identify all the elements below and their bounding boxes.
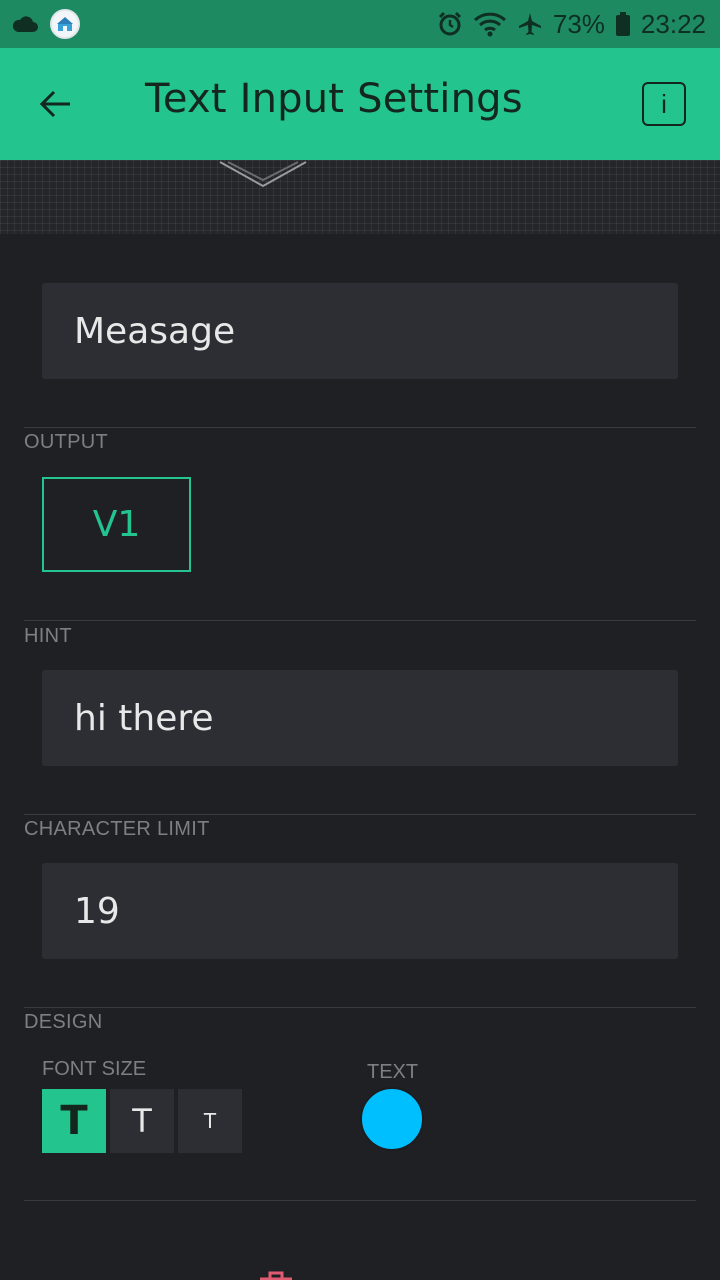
clock: 23:22 bbox=[640, 8, 706, 39]
output-pin-value: V1 bbox=[92, 504, 141, 545]
output-label: OUTPUT bbox=[24, 431, 109, 453]
info-icon: i bbox=[661, 88, 667, 119]
back-button[interactable] bbox=[36, 86, 76, 122]
divider bbox=[24, 427, 696, 428]
divider bbox=[24, 814, 696, 815]
widget-preview-area bbox=[0, 160, 720, 234]
design-label: DESIGN bbox=[24, 1011, 103, 1033]
back-arrow-icon bbox=[39, 90, 70, 118]
character-limit-field[interactable]: 19 bbox=[42, 863, 678, 959]
widget-preview-icon bbox=[219, 161, 307, 188]
info-button[interactable]: i bbox=[642, 82, 686, 126]
font-size-small-glyph: T bbox=[203, 1109, 217, 1133]
page-title: Text Input Settings bbox=[145, 76, 523, 122]
font-size-large-button[interactable]: T bbox=[42, 1089, 106, 1153]
text-color-swatch[interactable] bbox=[360, 1087, 424, 1151]
battery-percentage: 73% bbox=[552, 8, 605, 39]
font-size-medium-glyph: T bbox=[132, 1102, 152, 1140]
text-color-label: TEXT bbox=[367, 1061, 419, 1083]
airplane-icon bbox=[517, 11, 543, 37]
font-size-medium-button[interactable]: T bbox=[110, 1089, 174, 1153]
cloud-icon bbox=[12, 15, 38, 33]
delete-icon[interactable] bbox=[258, 1270, 294, 1280]
divider bbox=[24, 1007, 696, 1008]
divider bbox=[24, 1200, 696, 1201]
app-bar: Text Input Settings i bbox=[0, 48, 720, 160]
character-limit-value: 19 bbox=[74, 890, 120, 932]
battery-icon bbox=[615, 11, 631, 37]
character-limit-label: CHARACTER LIMIT bbox=[24, 818, 210, 840]
wifi-icon bbox=[473, 11, 507, 37]
output-pin-button[interactable]: V1 bbox=[42, 477, 191, 572]
hint-value: hi there bbox=[74, 697, 214, 739]
font-size-small-button[interactable]: T bbox=[178, 1089, 242, 1153]
app-badge-icon bbox=[50, 9, 80, 39]
divider bbox=[24, 620, 696, 621]
font-size-large-glyph: T bbox=[60, 1098, 88, 1144]
alarm-icon bbox=[437, 11, 463, 37]
font-size-label: FONT SIZE bbox=[42, 1058, 147, 1080]
widget-name-value: Measage bbox=[74, 310, 236, 352]
hint-field[interactable]: hi there bbox=[42, 670, 678, 766]
hint-label: HINT bbox=[24, 625, 72, 647]
widget-name-field[interactable]: Measage bbox=[42, 283, 678, 379]
status-bar: 73% 23:22 bbox=[0, 0, 720, 48]
